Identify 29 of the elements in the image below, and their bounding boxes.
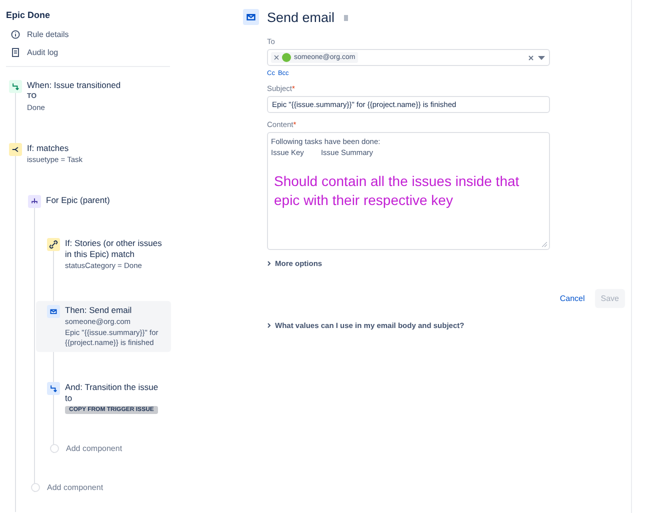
hierarchy-icon xyxy=(28,195,41,208)
clear-icon[interactable] xyxy=(528,54,534,60)
step-title: Then: Send email xyxy=(65,305,133,316)
panel-title: Send email xyxy=(267,10,335,24)
step-title: If: Stories (or other issues in this Epic) match xyxy=(65,238,163,260)
document-icon xyxy=(11,48,20,57)
link-icon xyxy=(47,238,60,251)
sidebar-link[interactable]: Audit log xyxy=(0,44,172,62)
add-component-button[interactable]: Add component xyxy=(48,444,168,453)
envelope-icon xyxy=(243,9,259,25)
step-title: When: Issue transitioned xyxy=(27,80,121,91)
chevron-icon xyxy=(267,323,271,328)
dropdown-icon[interactable] xyxy=(538,56,545,60)
step-title: For Epic (parent) xyxy=(46,195,110,206)
step-title: And: Transition the issue to xyxy=(65,382,160,404)
rule-step[interactable]: For Epic (parent) xyxy=(28,195,170,208)
info-icon xyxy=(11,30,20,39)
chevron-icon xyxy=(267,261,271,266)
cancel-link[interactable]: Cancel xyxy=(554,289,591,308)
step-title: If: matches xyxy=(27,143,70,154)
annotation-note: Should contain all the issues inside that epic with their respective key xyxy=(274,172,520,210)
remove-icon[interactable] xyxy=(274,55,279,60)
add-component-button[interactable]: Add component xyxy=(29,483,149,492)
sidebar-link[interactable]: Rule details xyxy=(0,26,172,44)
envelope-icon xyxy=(47,305,60,318)
rule-title: Epic Done xyxy=(5,10,52,20)
avatar-icon xyxy=(282,53,291,62)
fork-icon xyxy=(9,143,22,156)
resize-grip-icon xyxy=(542,242,547,247)
